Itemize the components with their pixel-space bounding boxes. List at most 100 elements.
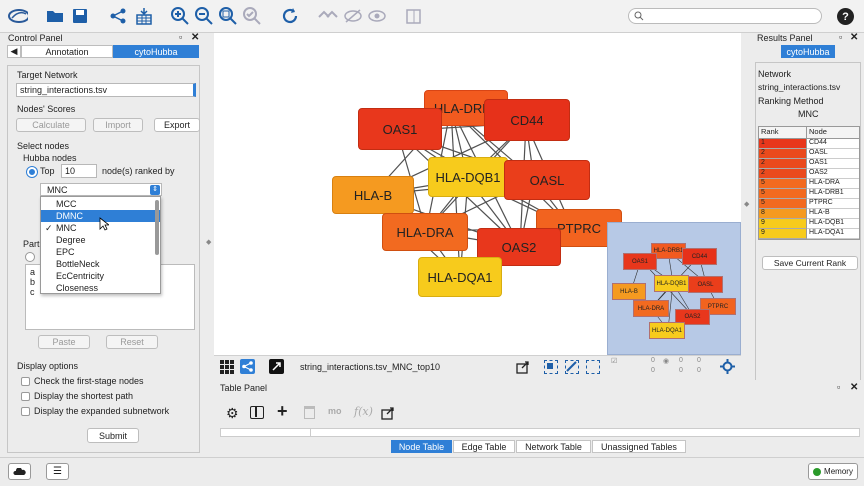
- dropdown-option[interactable]: EPC: [41, 246, 160, 258]
- memory-button[interactable]: Memory: [808, 463, 858, 480]
- float-results-icon[interactable]: ▫: [839, 32, 842, 42]
- tab-scroll-left[interactable]: ◀: [7, 45, 21, 58]
- open-folder-icon[interactable]: [45, 6, 65, 26]
- node-cell: HLA-DQB1: [807, 219, 859, 229]
- cloud-icon[interactable]: [8, 463, 31, 480]
- dropdown-option[interactable]: MCC: [41, 198, 160, 210]
- function-builder-icon[interactable]: f(x): [354, 405, 373, 418]
- results-tab-cytohubba[interactable]: cytoHubba: [781, 45, 835, 58]
- import-network-icon[interactable]: [108, 6, 128, 26]
- gear-icon[interactable]: ⚙: [226, 406, 239, 420]
- close-panel-icon[interactable]: ✕: [191, 32, 199, 43]
- top-label: Top: [40, 166, 55, 176]
- show-icon[interactable]: [367, 6, 387, 26]
- share-icon[interactable]: [240, 359, 255, 374]
- rank-table-row[interactable]: 2 OASL: [759, 149, 859, 159]
- tab-node-table[interactable]: Node Table: [391, 440, 452, 453]
- first-stage-checkbox[interactable]: [21, 377, 30, 386]
- rank-table-row[interactable]: 5 HLA-DRB1: [759, 189, 859, 199]
- network-node-hla-dqb1[interactable]: HLA-DQB1: [428, 157, 508, 197]
- export-button[interactable]: Export: [154, 118, 200, 132]
- delete-column-icon[interactable]: [304, 406, 315, 419]
- rank-table-row[interactable]: 2 OAS2: [759, 169, 859, 179]
- reset-button[interactable]: Reset: [106, 335, 158, 349]
- submit-button[interactable]: Submit: [87, 428, 139, 443]
- save-icon[interactable]: [70, 6, 90, 26]
- expand-view-icon[interactable]: [269, 359, 284, 374]
- paste-button[interactable]: Paste: [38, 335, 90, 349]
- hide-icon[interactable]: [343, 6, 363, 26]
- new-window-icon[interactable]: [404, 6, 424, 26]
- export-table-icon[interactable]: [381, 406, 395, 420]
- import-table-icon[interactable]: [134, 6, 154, 26]
- rank-table-row[interactable]: 1 CD44: [759, 139, 859, 149]
- close-results-icon[interactable]: ✕: [850, 32, 858, 43]
- dropdown-option[interactable]: EcCentricity: [41, 270, 160, 282]
- link-columns-icon[interactable]: mo: [328, 406, 342, 416]
- calculate-button[interactable]: Calculate: [16, 118, 86, 132]
- dropdown-scrollbar[interactable]: [155, 200, 159, 255]
- network-node-hla-b[interactable]: HLA-B: [332, 176, 414, 214]
- network-node-hla-dra[interactable]: HLA-DRA: [382, 213, 468, 251]
- zoom-out-icon[interactable]: [194, 6, 214, 26]
- network-canvas[interactable]: HLA-DRB1 OAS1 CD44 HLA-DQB1 OASL HLA-B H…: [214, 33, 741, 355]
- top-count-input[interactable]: 10: [61, 164, 97, 178]
- rank-table-row[interactable]: 2 OAS1: [759, 159, 859, 169]
- top-radio[interactable]: [27, 167, 37, 177]
- add-column-icon[interactable]: +: [277, 402, 288, 420]
- search-input[interactable]: [628, 8, 822, 24]
- dropdown-option[interactable]: Degree: [41, 234, 160, 246]
- rank-table-row[interactable]: 5 PTPRC: [759, 199, 859, 209]
- method-select[interactable]: MNC ⇕: [40, 183, 162, 196]
- save-current-rank-button[interactable]: Save Current Rank: [762, 256, 858, 270]
- zoom-selected-icon[interactable]: [242, 6, 262, 26]
- float-panel-icon[interactable]: ▫: [179, 32, 182, 42]
- right-splitter-arrow[interactable]: ◆: [744, 200, 749, 208]
- dropdown-option[interactable]: BottleNeck: [41, 258, 160, 270]
- network-node-hla-dqa1[interactable]: HLA-DQA1: [418, 257, 502, 297]
- network-overview[interactable]: HLA-DRB1 OAS1 CD44 HLA-DQB1 OASL HLA-B H…: [607, 222, 741, 355]
- navigate-icon[interactable]: [720, 359, 735, 374]
- help-button[interactable]: ?: [837, 8, 854, 25]
- rank-table-row[interactable]: 9 HLA-DQA1: [759, 229, 859, 239]
- table-grid[interactable]: [220, 428, 860, 437]
- shortest-path-checkbox[interactable]: [21, 392, 30, 401]
- zoom-in-icon[interactable]: [170, 6, 190, 26]
- import-button[interactable]: Import: [93, 118, 143, 132]
- rank-column-header[interactable]: Rank: [759, 127, 807, 138]
- memory-status-icon: [813, 467, 822, 476]
- method-dropdown-list[interactable]: MCC DMNC ✓ MNC Degree EPC BottleNeck EcCe…: [40, 196, 161, 294]
- close-table-icon[interactable]: ✕: [850, 382, 858, 393]
- dropdown-option[interactable]: Closeness: [41, 282, 160, 294]
- target-network-field[interactable]: string_interactions.tsv: [16, 83, 196, 97]
- grid-view-icon[interactable]: [220, 360, 234, 374]
- rank-table-row[interactable]: 9 HLA-DQB1: [759, 219, 859, 229]
- rank-table-row[interactable]: 8 HLA-B: [759, 209, 859, 219]
- expanded-subnetwork-checkbox[interactable]: [21, 407, 30, 416]
- left-splitter-arrow[interactable]: ◆: [206, 238, 211, 246]
- select-nodes-icon[interactable]: [544, 360, 558, 374]
- tab-unassigned-tables[interactable]: Unassigned Tables: [592, 440, 686, 453]
- export-image-icon[interactable]: [516, 360, 530, 374]
- tab-network-table[interactable]: Network Table: [516, 440, 591, 453]
- float-table-icon[interactable]: ▫: [837, 382, 840, 392]
- zoom-fit-icon[interactable]: [218, 6, 238, 26]
- select-annotations-icon[interactable]: [586, 360, 600, 374]
- task-list-icon[interactable]: ☰: [46, 463, 69, 480]
- network-node-cd44[interactable]: CD44: [484, 99, 570, 141]
- rank-table-row[interactable]: 5 HLA-DRA: [759, 179, 859, 189]
- network-node-oasl[interactable]: OASL: [504, 160, 590, 200]
- select-edges-icon[interactable]: [565, 360, 579, 374]
- results-network-value: string_interactions.tsv: [758, 82, 841, 92]
- cytoscape-logo-icon[interactable]: [8, 6, 28, 26]
- network-node-oas1[interactable]: OAS1: [358, 108, 442, 150]
- mini-checkbox[interactable]: ☑: [611, 357, 617, 365]
- node-column-header[interactable]: Node: [807, 127, 859, 138]
- tab-edge-table[interactable]: Edge Table: [453, 440, 515, 453]
- tab-cytohubba[interactable]: cytoHubba: [113, 45, 199, 58]
- home-icon[interactable]: [318, 6, 338, 26]
- partial-radio[interactable]: [25, 252, 35, 262]
- refresh-icon[interactable]: [280, 6, 300, 26]
- tab-annotation[interactable]: Annotation: [21, 45, 113, 58]
- column-layout-icon[interactable]: [250, 406, 264, 419]
